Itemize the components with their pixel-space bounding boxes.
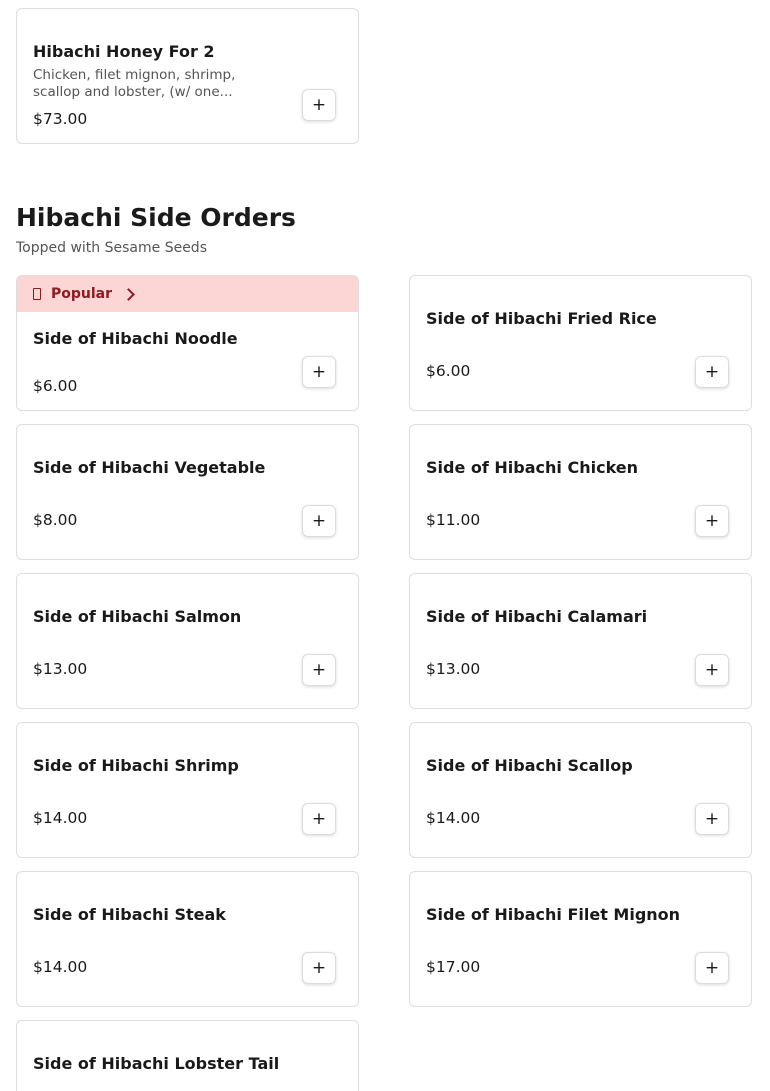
add-item-button[interactable]: + — [302, 803, 336, 835]
section-title: Hibachi Side Orders — [16, 203, 296, 232]
item-price: $6.00 — [426, 362, 471, 380]
item-name: Side of Hibachi Noodle — [33, 329, 238, 348]
item-name: Side of Hibachi Fried Rice — [426, 309, 657, 328]
add-item-button[interactable]: + — [302, 654, 336, 686]
menu-item-card[interactable]: Side of Hibachi Lobster Tail — [16, 1020, 359, 1091]
menu-item-card[interactable]: Side of Hibachi Scallop $14.00 + — [409, 722, 752, 858]
item-price: $6.00 — [33, 377, 78, 395]
item-price: $14.00 — [33, 809, 88, 827]
menu-item-card[interactable]: Side of Hibachi Shrimp $14.00 + — [16, 722, 359, 858]
add-item-button[interactable]: + — [302, 356, 336, 388]
item-name: Side of Hibachi Chicken — [426, 458, 639, 477]
popular-banner[interactable]: Popular — [17, 276, 358, 312]
item-name: Side of Hibachi Shrimp — [33, 756, 239, 775]
item-name: Side of Hibachi Lobster Tail — [33, 1054, 280, 1073]
menu-item-card[interactable]: Popular Side of Hibachi Noodle $6.00 + — [16, 275, 359, 411]
item-price: $8.00 — [33, 511, 78, 529]
menu-item-card[interactable]: Side of Hibachi Salmon $13.00 + — [16, 573, 359, 709]
add-item-button[interactable]: + — [302, 89, 336, 121]
item-description: Chicken, filet mignon, shrimp, scallop a… — [33, 67, 236, 100]
item-name: Side of Hibachi Filet Mignon — [426, 905, 681, 924]
menu-item-card[interactable]: Side of Hibachi Fried Rice $6.00 + — [409, 275, 752, 411]
menu-item-card[interactable]: Hibachi Honey For 2 Chicken, filet migno… — [16, 8, 359, 144]
menu-page: Hibachi Honey For 2 Chicken, filet migno… — [0, 0, 770, 1091]
item-price: $11.00 — [426, 511, 481, 529]
item-price: $17.00 — [426, 958, 481, 976]
menu-item-card[interactable]: Side of Hibachi Calamari $13.00 + — [409, 573, 752, 709]
chevron-right-icon — [122, 287, 135, 301]
item-name: Side of Hibachi Steak — [33, 905, 226, 924]
item-name: Side of Hibachi Scallop — [426, 756, 633, 775]
item-price: $13.00 — [33, 660, 88, 678]
item-name: Side of Hibachi Calamari — [426, 607, 648, 626]
item-price: $73.00 — [33, 110, 88, 128]
menu-item-card[interactable]: Side of Hibachi Chicken $11.00 + — [409, 424, 752, 560]
menu-item-card[interactable]: Side of Hibachi Steak $14.00 + — [16, 871, 359, 1007]
add-item-button[interactable]: + — [695, 505, 729, 537]
item-name: Hibachi Honey For 2 — [33, 42, 215, 61]
section-subtitle: Topped with Sesame Seeds — [16, 240, 207, 256]
add-item-button[interactable]: + — [302, 505, 336, 537]
add-item-button[interactable]: + — [695, 803, 729, 835]
item-price: $14.00 — [33, 958, 88, 976]
item-price: $13.00 — [426, 660, 481, 678]
item-price: $14.00 — [426, 809, 481, 827]
add-item-button[interactable]: + — [695, 654, 729, 686]
popular-label: Popular — [51, 286, 113, 302]
menu-item-card[interactable]: Side of Hibachi Vegetable $8.00 + — [16, 424, 359, 560]
item-name: Side of Hibachi Vegetable — [33, 458, 266, 477]
popular-icon — [33, 288, 41, 300]
menu-item-card[interactable]: Side of Hibachi Filet Mignon $17.00 + — [409, 871, 752, 1007]
add-item-button[interactable]: + — [302, 952, 336, 984]
add-item-button[interactable]: + — [695, 356, 729, 388]
add-item-button[interactable]: + — [695, 952, 729, 984]
item-name: Side of Hibachi Salmon — [33, 607, 242, 626]
